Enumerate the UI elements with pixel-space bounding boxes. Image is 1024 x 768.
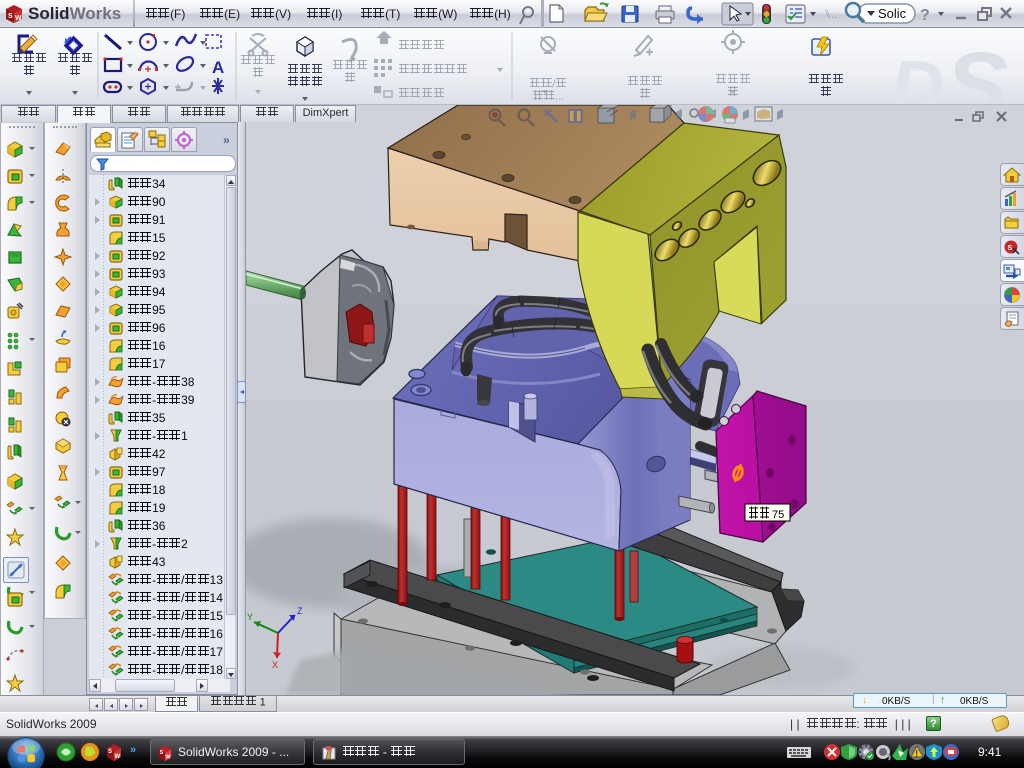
svg-text:Y: Y: [247, 612, 253, 622]
svg-text:!: !: [915, 749, 918, 759]
svg-text:W: W: [115, 754, 121, 760]
svg-text:75: 75: [772, 509, 784, 521]
svg-text:S: S: [8, 13, 13, 20]
svg-text:D: D: [890, 45, 944, 104]
svg-text:+: +: [646, 45, 653, 59]
svg-text:Z: Z: [297, 606, 303, 616]
svg-text:X: X: [272, 660, 278, 670]
svg-text:S: S: [108, 749, 112, 755]
svg-text:A: A: [212, 58, 224, 77]
svg-text:?: ?: [920, 7, 930, 24]
svg-text:S: S: [160, 750, 164, 756]
svg-text:»: »: [130, 744, 136, 756]
svg-text:W: W: [15, 15, 22, 22]
svg-text:S: S: [1008, 245, 1013, 252]
svg-text:⑊..: ⑊..: [824, 7, 838, 21]
svg-text:S: S: [945, 33, 1008, 104]
svg-text:Solic: Solic: [878, 6, 907, 21]
